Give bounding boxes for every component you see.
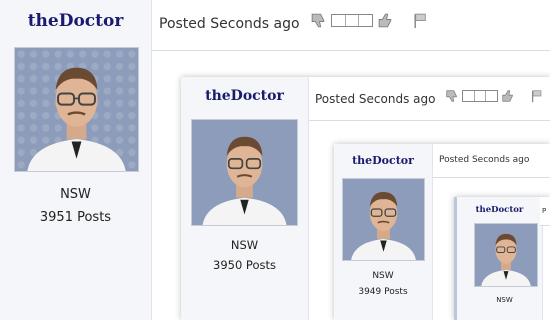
post-timestamp: P <box>542 207 547 215</box>
author-username[interactable]: theDoctor <box>181 88 308 104</box>
rating-bar <box>462 90 498 102</box>
rating-bar <box>331 14 373 27</box>
avatar[interactable] <box>14 47 139 172</box>
post-timestamp: Posted Seconds ago <box>439 155 530 165</box>
author-location: NSW <box>496 296 513 304</box>
post-rating-tools <box>310 12 429 29</box>
avatar[interactable] <box>342 178 425 261</box>
author-location: NSW <box>372 271 394 281</box>
avatar[interactable] <box>474 223 538 287</box>
author-location: NSW <box>230 238 259 252</box>
post-author-sidebar: theDoctor NSW 3949 Posts <box>334 144 433 320</box>
author-post-count: 3951 Posts <box>39 210 112 225</box>
flag-icon[interactable] <box>412 12 429 29</box>
thumbs-down-icon[interactable] <box>445 89 459 103</box>
post-timestamp: Posted Seconds ago <box>315 92 436 106</box>
post-header: Posted Seconds ago <box>309 77 550 121</box>
post-author-sidebar: theDoctor NSW 3950 Posts <box>181 77 309 320</box>
thumbs-down-icon[interactable] <box>310 12 327 29</box>
quoted-post-screenshot: theDoctor NSW 3949 Posts Posted Seconds … <box>334 144 550 320</box>
post-header: Posted Seconds ago <box>433 144 550 178</box>
quoted-post-screenshot: theDoctor NSW 3950 Posts Posted Seconds <box>181 77 550 320</box>
post-header: P <box>540 197 550 226</box>
author-post-count: 3949 Posts <box>358 287 408 297</box>
thumbs-up-icon[interactable] <box>501 89 515 103</box>
author-location: NSW <box>60 187 91 202</box>
post-header: Posted Seconds ago <box>152 0 550 51</box>
post-timestamp: Posted Seconds ago <box>159 16 300 32</box>
author-username[interactable]: theDoctor <box>0 11 151 31</box>
quoted-post-screenshot: theDoctor NSW P <box>454 197 550 320</box>
post-author-sidebar: theDoctor NSW <box>454 197 543 320</box>
author-post-count: 3950 Posts <box>213 258 276 272</box>
avatar[interactable] <box>191 119 298 226</box>
post-author-sidebar: theDoctor NSW 3951 Posts <box>0 0 152 320</box>
author-username[interactable]: theDoctor <box>334 154 432 167</box>
thumbs-up-icon[interactable] <box>377 12 394 29</box>
forum-post: theDoctor NSW 3951 Posts Posted Seconds … <box>0 0 550 320</box>
flag-icon[interactable] <box>530 89 544 103</box>
author-username[interactable]: theDoctor <box>457 205 542 215</box>
post-rating-tools <box>445 89 544 103</box>
